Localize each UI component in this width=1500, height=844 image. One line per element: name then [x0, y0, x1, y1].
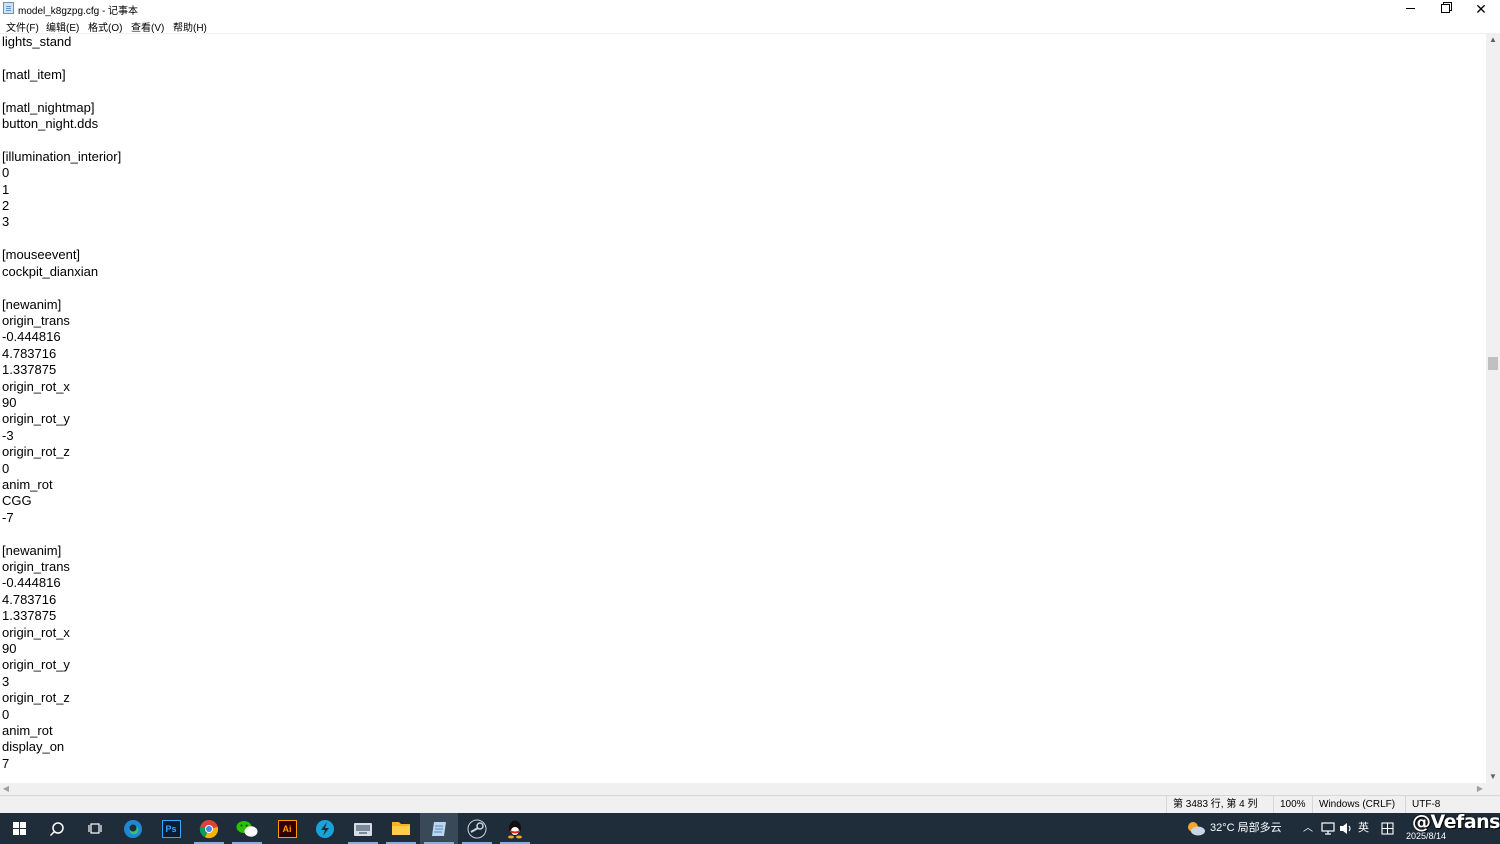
menu-bar: 文件(F) 编辑(E) 格式(O) 查看(V) 帮助(H)	[0, 17, 1500, 34]
start-button[interactable]	[0, 813, 38, 844]
scroll-left-icon[interactable]: ◀	[0, 783, 12, 795]
search-button[interactable]	[38, 813, 76, 844]
close-icon: ✕	[1475, 0, 1487, 17]
qq-icon	[508, 820, 522, 838]
task-view-icon	[88, 823, 102, 834]
status-bar: 第 3483 行, 第 4 列 100% Windows (CRLF) UTF-…	[0, 795, 1500, 813]
vertical-scroll-thumb[interactable]	[1488, 357, 1498, 370]
edge-button[interactable]	[114, 813, 152, 844]
taskbar: Ps Ai 32°C 局部多云 ︿ 英	[0, 813, 1500, 844]
app-button[interactable]	[306, 813, 344, 844]
weather-icon	[1188, 822, 1205, 836]
file-explorer-icon	[392, 822, 410, 835]
wechat-button[interactable]	[228, 813, 266, 844]
watermark-text: @Vefans	[1412, 811, 1500, 833]
scroll-down-icon[interactable]: ▼	[1486, 771, 1500, 783]
search-icon	[49, 821, 64, 836]
steam-icon	[467, 819, 487, 838]
ime-indicator[interactable]: 英	[1358, 813, 1369, 844]
text-editor[interactable]: lights_stand [matl_item] [matl_nightmap]…	[0, 34, 1486, 783]
network-icon[interactable]	[1321, 822, 1335, 835]
zoom-level: 100%	[1273, 796, 1312, 813]
illustrator-button[interactable]: Ai	[268, 813, 306, 844]
chrome-button[interactable]	[190, 813, 228, 844]
menu-edit[interactable]: 编辑(E)	[46, 19, 79, 34]
vertical-scrollbar[interactable]: ▲ ▼	[1486, 34, 1500, 783]
keyboard-grid-icon[interactable]	[1381, 822, 1394, 835]
illustrator-icon: Ai	[277, 819, 297, 838]
chrome-icon	[199, 819, 219, 838]
screenshot-tool-button[interactable]	[344, 813, 382, 844]
line-ending: Windows (CRLF)	[1312, 796, 1405, 813]
minimize-button[interactable]	[1392, 0, 1428, 17]
scrollbar-corner	[1486, 783, 1500, 795]
screenshot-tool-icon	[354, 822, 372, 836]
scroll-up-icon[interactable]: ▲	[1486, 34, 1500, 46]
photoshop-icon: Ps	[161, 819, 181, 838]
chevron-up-icon[interactable]: ︿	[1303, 813, 1313, 844]
horizontal-scrollbar[interactable]: ◀ ▶	[0, 783, 1486, 795]
title-bar: model_k8gzpg.cfg - 记事本 ✕	[0, 0, 1500, 17]
weather-text[interactable]: 32°C 局部多云	[1210, 813, 1282, 844]
volume-icon[interactable]	[1339, 822, 1353, 835]
task-view-button[interactable]	[76, 813, 114, 844]
menu-format[interactable]: 格式(O)	[88, 19, 122, 34]
cursor-position: 第 3483 行, 第 4 列	[1166, 796, 1273, 813]
app-icon	[316, 819, 334, 838]
menu-view[interactable]: 查看(V)	[131, 19, 164, 34]
qq-button[interactable]	[496, 813, 534, 844]
close-button[interactable]: ✕	[1463, 0, 1499, 17]
notepad-icon	[432, 821, 446, 836]
notepad-app-icon	[3, 2, 14, 14]
editor-content[interactable]: lights_stand [matl_item] [matl_nightmap]…	[2, 34, 121, 772]
photoshop-button[interactable]: Ps	[152, 813, 190, 844]
menu-file[interactable]: 文件(F)	[6, 19, 39, 34]
scroll-right-icon[interactable]: ▶	[1474, 783, 1486, 795]
restore-icon	[1440, 4, 1450, 13]
menu-help[interactable]: 帮助(H)	[173, 19, 207, 34]
wechat-icon	[236, 820, 258, 837]
edge-icon	[124, 819, 142, 838]
steam-button[interactable]	[458, 813, 496, 844]
notepad-button[interactable]	[420, 813, 458, 844]
start-icon	[12, 822, 26, 835]
file-explorer-button[interactable]	[382, 813, 420, 844]
window-title: model_k8gzpg.cfg - 记事本	[18, 6, 139, 17]
restore-button[interactable]	[1427, 0, 1463, 17]
minimize-icon	[1405, 8, 1415, 9]
